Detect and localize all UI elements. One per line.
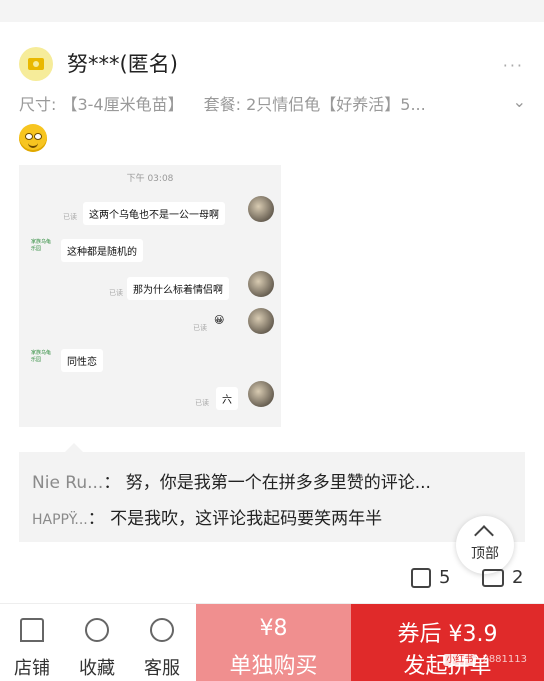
back-to-top-button[interactable]: 顶部 <box>456 516 514 574</box>
like-count: 5 <box>439 567 451 588</box>
review-spec-line: 尺寸: 【3-4厘米龟苗】 套餐: 2只情侣龟【好养活】5... <box>19 91 504 115</box>
heart-icon <box>85 618 109 642</box>
read-status: 已读 <box>63 213 77 221</box>
reply-item[interactable]: Nie Ru...： 努，你是我第一个在拼多多里赞的评论... <box>32 468 431 493</box>
buyer-avatar <box>248 381 274 407</box>
chat-message: 这两个乌龟也不是一公一母啊 <box>83 202 225 225</box>
favorite-label: 收藏 <box>79 658 115 679</box>
reply-list[interactable]: Nie Ru...： 努，你是我第一个在拼多多里赞的评论... HAPPŸ...… <box>19 443 525 542</box>
chat-message: 同性恋 <box>61 349 103 372</box>
chevron-up-icon <box>474 525 494 545</box>
review-username: 努***(匿名) <box>67 52 178 76</box>
watermark-brand: 小红书 <box>443 654 477 666</box>
reply-text: 不是我吹，这评论我起码要笑两年半 <box>110 509 383 529</box>
store-button[interactable]: 店铺 <box>0 604 64 681</box>
buyer-avatar <box>248 271 274 297</box>
more-options-icon[interactable]: ··· <box>503 56 524 75</box>
comment-icon <box>482 568 504 587</box>
spec-size: 尺寸: 【3-4厘米龟苗】 <box>19 95 184 114</box>
read-status: 已读 <box>193 324 207 332</box>
reply-item[interactable]: HAPPŸ...： 不是我吹，这评论我起码要笑两年半 <box>32 504 382 529</box>
smiling-face-emoji-icon <box>19 124 47 152</box>
chevron-down-icon[interactable]: ⌄ <box>513 92 526 111</box>
reply-name: Nie Ru... <box>32 473 104 493</box>
like-button[interactable]: 5 <box>411 567 450 588</box>
camera-icon <box>28 58 44 70</box>
reply-name: HAPPŸ... <box>32 512 88 528</box>
watermark: 小红书 2881113 <box>443 652 530 666</box>
chat-bubble-icon <box>150 618 174 642</box>
read-status: 已读 <box>195 399 209 407</box>
customer-service-button[interactable]: 客服 <box>130 604 194 681</box>
comment-button[interactable]: 2 <box>482 567 523 588</box>
buyer-avatar <box>248 196 274 222</box>
customer-service-label: 客服 <box>144 658 180 679</box>
store-icon <box>20 618 44 642</box>
chat-message: 六 <box>216 387 238 410</box>
spec-package: 套餐: 2只情侣龟【好养活】5... <box>203 95 426 114</box>
bottom-action-bar: 店铺 收藏 客服 ¥8 单独购买 券后 ¥3.9 发起拼单 小红书 288111… <box>0 603 544 681</box>
store-label: 店铺 <box>14 658 50 679</box>
comment-count: 2 <box>512 567 524 588</box>
single-price: ¥8 <box>259 616 288 641</box>
chat-message: 这种都是随机的 <box>61 239 143 262</box>
watermark-id: 2881113 <box>482 654 527 665</box>
buy-alone-label: 单独购买 <box>229 654 318 679</box>
buy-alone-button[interactable]: ¥8 单独购买 <box>196 604 351 681</box>
thumbs-up-icon <box>411 567 431 588</box>
read-status: 已读 <box>109 289 123 297</box>
group-price: 券后 ¥3.9 <box>397 622 498 647</box>
reply-text: 努，你是我第一个在拼多多里赞的评论... <box>125 473 431 493</box>
user-avatar[interactable] <box>19 47 53 81</box>
top-divider-strip <box>0 0 544 22</box>
shop-logo: 家族乌龟乐园 <box>31 350 52 363</box>
chat-timestamp: 下午 03:08 <box>126 174 174 184</box>
favorite-button[interactable]: 收藏 <box>65 604 129 681</box>
group-buy-button[interactable]: 券后 ¥3.9 发起拼单 小红书 2881113 <box>351 604 544 681</box>
chat-message-emoji: 😀 <box>214 315 225 326</box>
chat-message: 那为什么标着情侣啊 <box>127 277 229 300</box>
buyer-avatar <box>248 308 274 334</box>
shop-logo: 家族乌龟乐园 <box>31 239 52 252</box>
review-image-chat-screenshot[interactable]: 下午 03:08 已读 这两个乌龟也不是一公一母啊 家族乌龟乐园 这种都是随机的… <box>19 165 281 427</box>
back-to-top-label: 顶部 <box>471 546 499 562</box>
